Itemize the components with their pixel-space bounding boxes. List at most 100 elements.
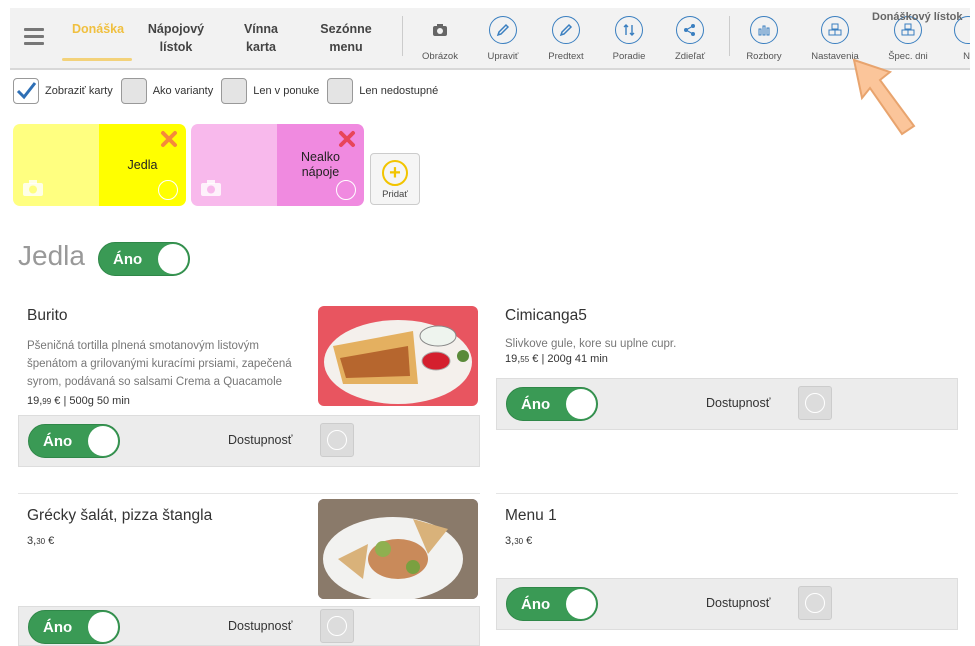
predtext-button[interactable]: Predtext (533, 16, 599, 62)
pencil-icon (489, 16, 517, 44)
row-divider (496, 493, 958, 494)
pencil-icon (552, 16, 580, 44)
add-category-button[interactable]: + Pridať (370, 153, 420, 205)
edit-button[interactable] (798, 386, 832, 420)
edit-pencil-icon (805, 593, 825, 613)
item-price: 19,55 € | 200g 41 min (505, 353, 608, 365)
toggle-label: Áno (43, 619, 73, 636)
dostupnost-label: Dostupnosť (228, 619, 293, 633)
burrito-plate-image (324, 320, 472, 404)
toggle-knob (566, 389, 596, 419)
upravit-label: Upraviť (487, 51, 519, 62)
toggle-label: Áno (113, 251, 143, 268)
camera-icon (426, 16, 454, 44)
rozbory-label: Rozbory (746, 51, 782, 62)
donaskovy-listok-label: Donáškový lístok (872, 11, 963, 23)
section-toggle[interactable]: Áno (98, 242, 190, 276)
menu-item-cimicanga5[interactable]: Cimicanga5 Slivkove gule, kore su uplne … (505, 307, 945, 365)
len-nedostupne-checkbox[interactable] (327, 78, 354, 104)
item-photo-burito[interactable] (318, 306, 478, 406)
item-name: Burito (27, 307, 68, 324)
menu-item-menu-1[interactable]: Menu 1 3,30 € (505, 507, 945, 547)
item-price: 3,30 € (505, 535, 533, 547)
edit-pencil-icon (327, 430, 347, 450)
availability-toggle[interactable]: Áno (506, 587, 598, 621)
obrazok-label: Obrázok (422, 51, 458, 62)
top-toolbar: Donáška Nápojový lístok Vínna karta Sezó… (10, 8, 970, 70)
pointer-arrow-icon (852, 58, 916, 136)
edit-button[interactable] (320, 609, 354, 643)
hamburger-menu-icon[interactable] (24, 28, 44, 46)
item-name: Cimicanga5 (505, 307, 587, 324)
item-description: Slivkove gule, kore su uplne cupr. (505, 338, 677, 350)
salad-plate-image (318, 499, 478, 599)
next-tool-label: N (963, 51, 970, 62)
item-availability-panel: Áno Dostupnosť (18, 415, 480, 467)
item-name: Grécky šalát, pizza štangla (27, 507, 213, 524)
zdielat-label: Zdieľať (674, 51, 706, 62)
availability-toggle[interactable]: Áno (28, 424, 120, 458)
toolbar-divider (729, 16, 730, 56)
tab-sezonne-menu[interactable]: Sezónne menu (310, 20, 382, 56)
toggle-label: Áno (43, 433, 73, 450)
camera-icon[interactable] (22, 179, 44, 197)
row-divider (18, 493, 480, 494)
delete-x-icon[interactable] (338, 130, 356, 148)
sort-arrows-icon (615, 16, 643, 44)
ako-varianty-checkbox[interactable] (120, 78, 147, 104)
camera-icon[interactable] (200, 179, 222, 197)
plus-icon: + (382, 160, 408, 186)
rozbory-button[interactable]: Rozbory (731, 16, 797, 62)
edit-pencil-icon (805, 393, 825, 413)
section-title: Jedla (18, 240, 85, 271)
settings-blocks-icon (821, 16, 849, 44)
zdielat-button[interactable]: Zdieľať (657, 16, 723, 62)
tab-vinna-karta[interactable]: Vínna karta (226, 20, 296, 56)
len-v-ponuke-label: Len v ponuke (253, 85, 320, 97)
item-price: 3,30 € (27, 535, 55, 547)
add-label: Pridať (382, 189, 408, 200)
zobrazit-karty-label: Zobraziť karty (45, 85, 113, 97)
toggle-knob (158, 244, 188, 274)
menu-item-grecky-salat[interactable]: Grécky šalát, pizza štangla 3,30 € (27, 507, 309, 547)
predtext-label: Predtext (548, 51, 584, 62)
edit-button[interactable] (798, 586, 832, 620)
toggle-knob (88, 612, 118, 642)
dostupnost-label: Dostupnosť (706, 596, 771, 610)
tab-napojovy-listok[interactable]: Nápojový lístok (140, 20, 212, 56)
edit-pencil-icon (327, 616, 347, 636)
category-card-jedla[interactable]: Jedla (13, 124, 186, 206)
toolbar-divider (402, 16, 403, 56)
obrazok-button[interactable]: Obrázok (407, 16, 473, 62)
filter-bar: Zobraziť karty Ako varianty Len v ponuke… (13, 78, 446, 104)
bar-chart-icon (750, 16, 778, 44)
edit-pencil-icon[interactable] (158, 180, 178, 200)
zobrazit-karty-checkbox[interactable] (13, 78, 39, 104)
poradie-button[interactable]: Poradie (596, 16, 662, 62)
toggle-label: Áno (521, 396, 551, 413)
item-photo-grecky-salat[interactable] (318, 499, 478, 599)
len-nedostupne-label: Len nedostupné (359, 85, 439, 97)
category-card-nealko-napoje[interactable]: Nealko nápoje (191, 124, 364, 206)
availability-toggle[interactable]: Áno (506, 387, 598, 421)
toggle-knob (88, 426, 118, 456)
checkmark-icon (16, 82, 37, 100)
dostupnost-label: Dostupnosť (706, 396, 771, 410)
availability-toggle[interactable]: Áno (28, 610, 120, 644)
active-tab-underline (62, 58, 132, 61)
edit-button[interactable] (320, 423, 354, 457)
item-availability-panel: Áno Dostupnosť (496, 378, 958, 430)
menu-item-burito[interactable]: Burito Pšeničná tortilla plnená smotanov… (27, 307, 309, 407)
toggle-knob (566, 589, 596, 619)
item-availability-panel: Áno Dostupnosť (18, 606, 480, 646)
len-v-ponuke-checkbox[interactable] (221, 78, 248, 104)
item-description: Pšeničná tortilla plnená smotanovým list… (27, 340, 292, 388)
delete-x-icon[interactable] (160, 130, 178, 148)
tab-donaska[interactable]: Donáška (62, 20, 134, 38)
item-name: Menu 1 (505, 507, 557, 524)
poradie-label: Poradie (612, 51, 646, 62)
upravit-button[interactable]: Upraviť (470, 16, 536, 62)
dostupnost-label: Dostupnosť (228, 433, 293, 447)
edit-pencil-icon[interactable] (336, 180, 356, 200)
share-icon (676, 16, 704, 44)
